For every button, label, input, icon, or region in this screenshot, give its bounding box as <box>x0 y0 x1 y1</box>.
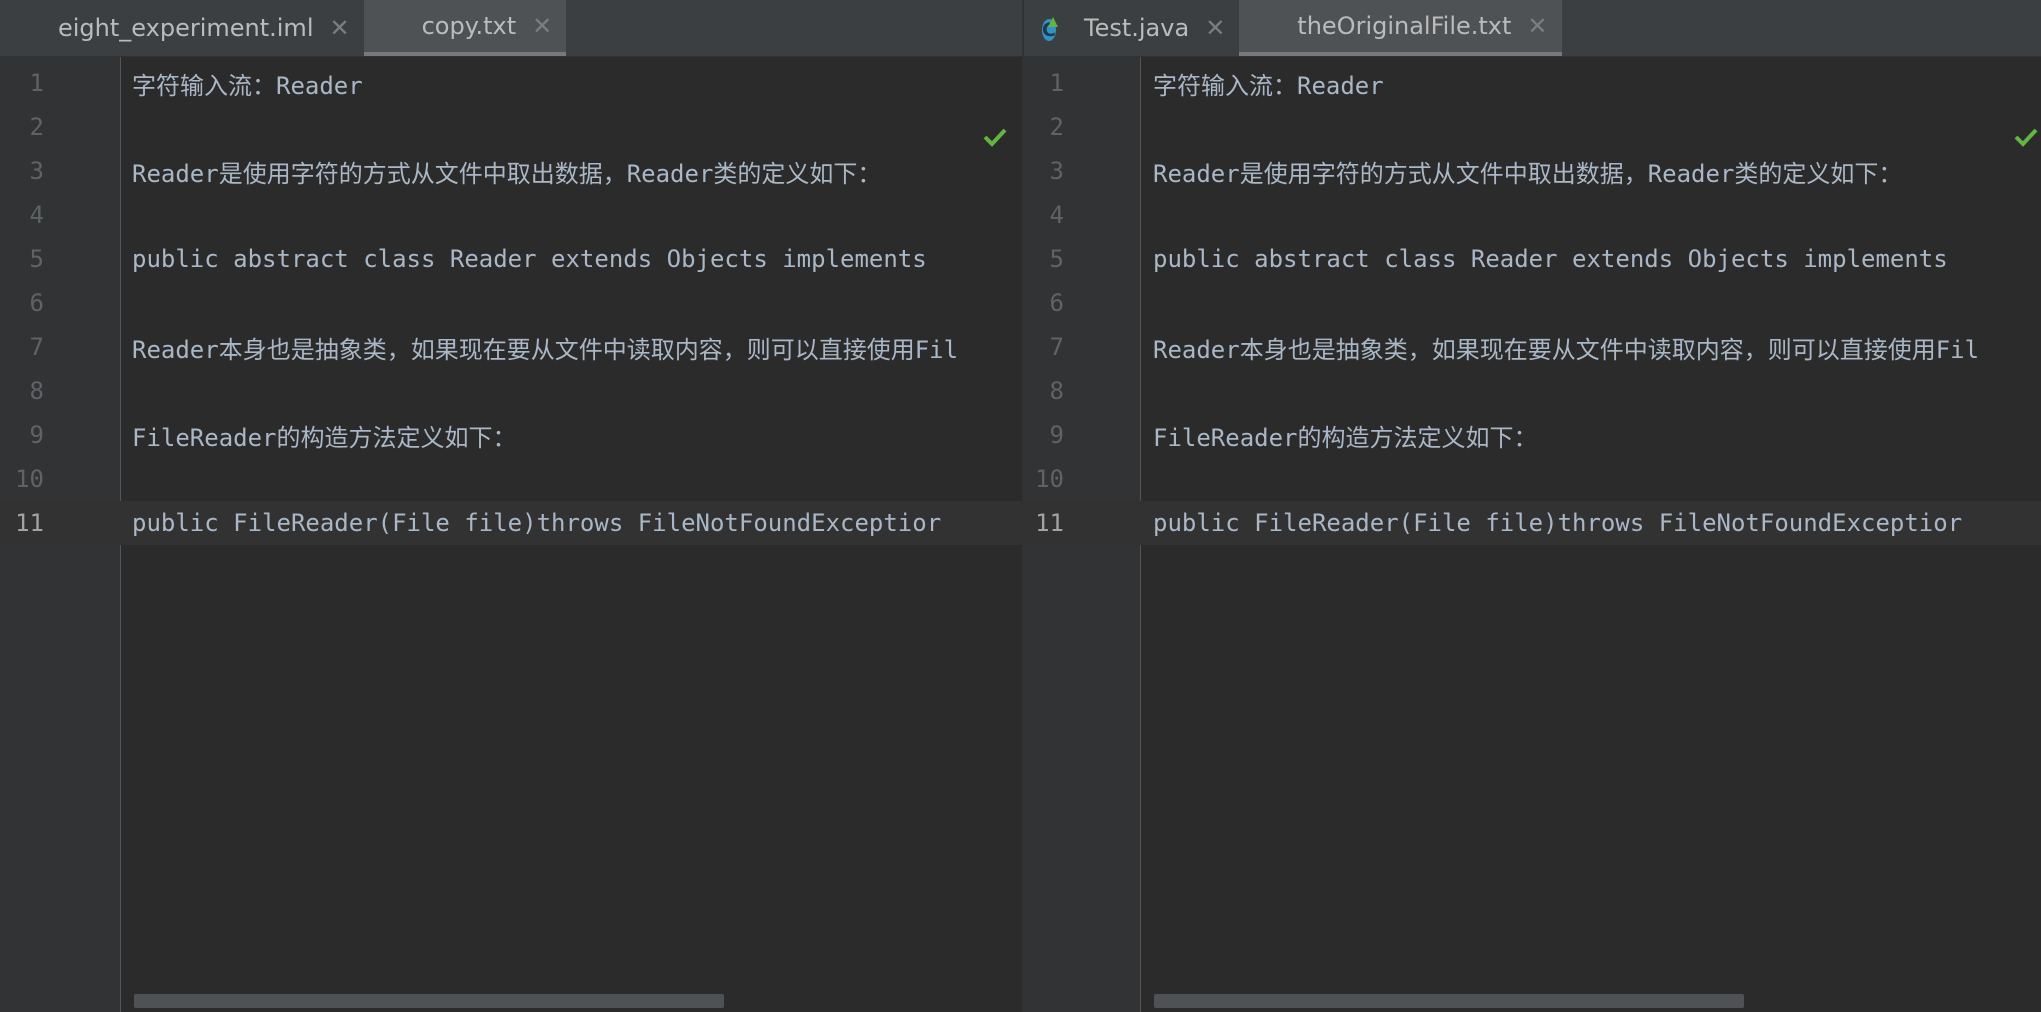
code-line[interactable]: 10 <box>1024 457 2041 501</box>
line-number: 10 <box>15 465 44 493</box>
line-number: 7 <box>29 333 44 361</box>
code-text: public abstract class Reader extends Obj… <box>1153 245 1948 273</box>
code-line[interactable]: 2 <box>1024 105 2041 149</box>
code-line[interactable]: 1 字符输入流：Reader <box>1024 61 2041 105</box>
tab-test-java[interactable]: C Test.java ✕ <box>1024 0 1239 56</box>
tab-label: eight_experiment.iml <box>58 14 314 42</box>
line-number: 2 <box>29 113 44 141</box>
code-line[interactable]: 10 <box>0 457 1022 501</box>
code-line[interactable]: 3 Reader是使用字符的方式从文件中取出数据，Reader类的定义如下： <box>0 149 1022 193</box>
left-editor-pane: eight_experiment.iml ✕ copy.txt ✕ 1 字符输入流… <box>0 0 1022 1012</box>
code-line[interactable]: 11 public FileReader(File file)throws Fil… <box>1024 501 2041 545</box>
line-number: 9 <box>1049 421 1064 449</box>
line-number: 5 <box>1049 245 1064 273</box>
line-number: 11 <box>15 509 44 537</box>
code-text: FileReader的构造方法定义如下： <box>132 423 517 452</box>
line-number: 6 <box>29 289 44 317</box>
code-text: Reader是使用字符的方式从文件中取出数据，Reader类的定义如下： <box>1153 159 1903 188</box>
close-icon[interactable]: ✕ <box>1527 12 1547 40</box>
code-line[interactable]: 6 <box>1024 281 2041 325</box>
code-line[interactable]: 1 字符输入流：Reader <box>0 61 1022 105</box>
code-line[interactable]: 8 <box>1024 369 2041 413</box>
line-number: 8 <box>1049 377 1064 405</box>
right-editor-pane: C Test.java ✕ theOriginalFile.txt ✕ 1 字符输… <box>1024 0 2041 1012</box>
code-line[interactable]: 7 Reader本身也是抽象类，如果现在要从文件中读取内容，则可以直接使用Fil <box>0 325 1022 369</box>
code-line[interactable]: 8 <box>0 369 1022 413</box>
code-text: 字符输入流：Reader <box>1153 71 1384 100</box>
line-number: 5 <box>29 245 44 273</box>
java-class-icon: C <box>1042 19 1056 41</box>
code-line[interactable]: 4 <box>0 193 1022 237</box>
inspection-ok-icon[interactable] <box>2013 124 2039 150</box>
line-number: 8 <box>29 377 44 405</box>
code-line[interactable]: 9 FileReader的构造方法定义如下： <box>1024 413 2041 457</box>
code-line[interactable]: 5 public abstract class Reader extends Ob… <box>0 237 1022 281</box>
line-number: 2 <box>1049 113 1064 141</box>
code-line[interactable]: 2 <box>0 105 1022 149</box>
code-line[interactable]: 5 public abstract class Reader extends Ob… <box>1024 237 2041 281</box>
code-text: public FileReader(File file)throws FileN… <box>132 509 942 537</box>
tab-label: Test.java <box>1084 14 1190 42</box>
code-line[interactable]: 9 FileReader的构造方法定义如下： <box>0 413 1022 457</box>
code-text: Reader本身也是抽象类，如果现在要从文件中读取内容，则可以直接使用Fil <box>132 335 959 364</box>
right-tab-bar: C Test.java ✕ theOriginalFile.txt ✕ <box>1024 0 2041 57</box>
text-file-icon <box>386 12 408 40</box>
line-number: 3 <box>29 157 44 185</box>
line-number: 10 <box>1035 465 1064 493</box>
left-tab-bar: eight_experiment.iml ✕ copy.txt ✕ <box>0 0 1022 57</box>
tab-eight-experiment-iml[interactable]: eight_experiment.iml ✕ <box>0 0 364 56</box>
left-editor[interactable]: 1 字符输入流：Reader 2 3 Reader是使用字符的方式从文件中取出数据，Re… <box>0 57 1022 1012</box>
code-text: FileReader的构造方法定义如下： <box>1153 423 1538 452</box>
line-number: 3 <box>1049 157 1064 185</box>
horizontal-scrollbar-thumb[interactable] <box>1154 994 1744 1008</box>
tab-label: copy.txt <box>421 12 517 40</box>
tab-copy-txt[interactable]: copy.txt ✕ <box>363 0 567 56</box>
line-number: 1 <box>1049 69 1064 97</box>
code-line[interactable]: 11 public FileReader(File file)throws Fil… <box>0 501 1022 545</box>
line-number: 1 <box>29 69 44 97</box>
right-editor[interactable]: 1 字符输入流：Reader 2 3 Reader是使用字符的方式从文件中取出数据，Re… <box>1024 57 2041 1012</box>
horizontal-scrollbar-thumb[interactable] <box>134 994 724 1008</box>
line-number: 4 <box>29 201 44 229</box>
code-text: public abstract class Reader extends Obj… <box>132 245 927 273</box>
inspection-ok-icon[interactable] <box>982 124 1008 150</box>
line-number: 9 <box>29 421 44 449</box>
code-line[interactable]: 6 <box>0 281 1022 325</box>
ide-window: eight_experiment.iml ✕ copy.txt ✕ 1 字符输入流… <box>0 0 2041 1012</box>
code-line[interactable]: 4 <box>1024 193 2041 237</box>
code-text: Reader是使用字符的方式从文件中取出数据，Reader类的定义如下： <box>132 159 882 188</box>
close-icon[interactable]: ✕ <box>1205 14 1225 42</box>
close-icon[interactable]: ✕ <box>532 12 552 40</box>
code-text: Reader本身也是抽象类，如果现在要从文件中读取内容，则可以直接使用Fil <box>1153 335 1980 364</box>
tab-label: theOriginalFile.txt <box>1297 12 1512 40</box>
line-number: 4 <box>1049 201 1064 229</box>
line-number: 6 <box>1049 289 1064 317</box>
line-number: 11 <box>1035 509 1064 537</box>
code-text: 字符输入流：Reader <box>132 71 363 100</box>
tab-the-original-file-txt[interactable]: theOriginalFile.txt ✕ <box>1239 0 1562 56</box>
line-number: 7 <box>1049 333 1064 361</box>
text-file-icon <box>1261 12 1283 40</box>
code-line[interactable]: 3 Reader是使用字符的方式从文件中取出数据，Reader类的定义如下： <box>1024 149 2041 193</box>
close-icon[interactable]: ✕ <box>329 14 349 42</box>
module-file-icon <box>22 14 44 42</box>
code-text: public FileReader(File file)throws FileN… <box>1153 509 1963 537</box>
code-line[interactable]: 7 Reader本身也是抽象类，如果现在要从文件中读取内容，则可以直接使用Fil <box>1024 325 2041 369</box>
